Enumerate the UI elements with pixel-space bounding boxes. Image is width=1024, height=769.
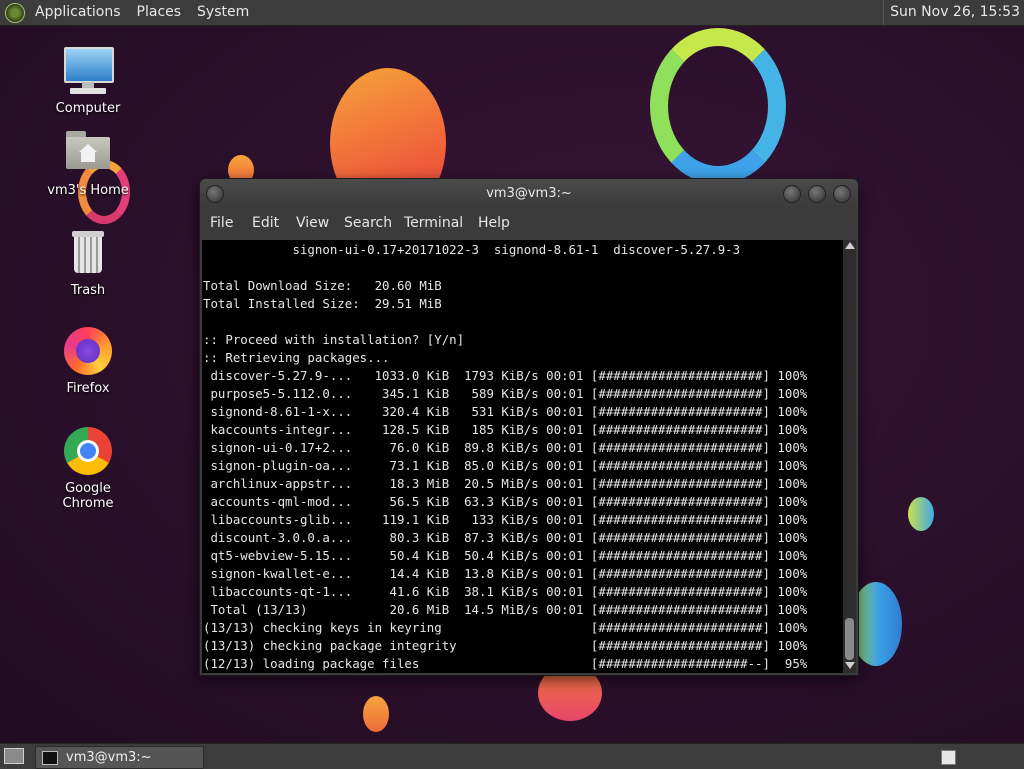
menu-edit[interactable]: Edit xyxy=(252,215,279,231)
menu-terminal[interactable]: Terminal xyxy=(404,215,463,231)
terminal-line: signon-ui-0.17+2... 76.0 KiB 89.8 KiB/s … xyxy=(203,440,808,455)
scroll-down-arrow-icon[interactable] xyxy=(845,662,855,669)
terminal-line: (13/13) checking package integrity [####… xyxy=(203,638,808,653)
wallpaper-bottom-small-blob xyxy=(363,696,389,732)
applications-menu-icon[interactable] xyxy=(5,2,25,23)
window-titlebar[interactable]: vm3@vm3:~ xyxy=(200,179,858,209)
terminal-line: Total Download Size: 20.60 MiB xyxy=(203,278,442,293)
applications-menu[interactable]: Applications xyxy=(27,0,129,25)
menu-help[interactable]: Help xyxy=(478,215,510,231)
desktop-icon-firefox[interactable]: Firefox xyxy=(38,325,138,396)
terminal-line: kaccounts-integr... 128.5 KiB 185 KiB/s … xyxy=(203,422,808,437)
terminal-line: :: Retrieving packages... xyxy=(203,350,390,365)
home-folder-icon xyxy=(60,127,116,179)
terminal-line: purpose5-5.112.0... 345.1 KiB 589 KiB/s … xyxy=(203,386,808,401)
close-button[interactable] xyxy=(833,185,851,203)
trash-icon xyxy=(60,227,116,279)
places-menu[interactable]: Places xyxy=(129,0,190,25)
terminal-window[interactable]: vm3@vm3:~ File Edit View Search Terminal… xyxy=(199,178,859,676)
desktop-icon-label: Trash xyxy=(70,283,106,298)
menu-file[interactable]: File xyxy=(210,215,233,231)
chrome-icon xyxy=(60,425,116,477)
terminal-line: archlinux-appstr... 18.3 MiB 20.5 MiB/s … xyxy=(203,476,808,491)
terminal-line: signond-8.61-1-x... 320.4 KiB 531 KiB/s … xyxy=(203,404,808,419)
workspace-switcher[interactable] xyxy=(941,750,956,765)
taskbar-terminal-button[interactable]: vm3@vm3:~ xyxy=(35,746,204,769)
menu-view[interactable]: View xyxy=(296,215,329,231)
top-panel: Applications Places System Sun Nov 26, 1… xyxy=(0,0,1024,26)
terminal-line: :: Proceed with installation? [Y/n] xyxy=(203,332,465,347)
terminal-line: signon-ui-0.17+20171022-3 signond-8.61-1… xyxy=(203,242,741,257)
terminal-line: signon-plugin-oa... 73.1 KiB 85.0 KiB/s … xyxy=(203,458,808,473)
terminal-output[interactable]: signon-ui-0.17+20171022-3 signond-8.61-1… xyxy=(202,240,843,673)
maximize-button[interactable] xyxy=(808,185,826,203)
system-menu[interactable]: System xyxy=(189,0,257,25)
terminal-scrollbar[interactable] xyxy=(843,240,856,673)
terminal-line: signon-kwallet-e... 14.4 KiB 13.8 KiB/s … xyxy=(203,566,808,581)
desktop-icon-label: vm3's Home xyxy=(47,183,129,198)
scroll-up-arrow-icon[interactable] xyxy=(845,242,855,249)
bottom-panel: vm3@vm3:~ xyxy=(0,743,1024,769)
terminal-line: Total Installed Size: 29.51 MiB xyxy=(203,296,442,311)
window-title: vm3@vm3:~ xyxy=(486,186,572,201)
terminal-line: libaccounts-qt-1... 41.6 KiB 38.1 KiB/s … xyxy=(203,584,808,599)
desktop-icon-label: Google Chrome xyxy=(62,481,114,511)
desktop-icon-chrome[interactable]: Google Chrome xyxy=(38,425,138,511)
show-desktop-icon[interactable] xyxy=(4,748,24,764)
terminal-line: (13/13) checking keys in keyring [######… xyxy=(203,620,808,635)
terminal-line: Total (13/13) 20.6 MiB 14.5 MiB/s 00:01 … xyxy=(203,602,808,617)
scroll-thumb[interactable] xyxy=(845,618,854,660)
firefox-icon xyxy=(60,325,116,377)
desktop-icon-label: Firefox xyxy=(66,381,110,396)
terminal-line: libaccounts-glib... 119.1 KiB 133 KiB/s … xyxy=(203,512,808,527)
desktop-icon-home[interactable]: vm3's Home xyxy=(38,127,138,198)
terminal-line: (12/13) loading package files [#########… xyxy=(203,656,808,671)
wallpaper-ring xyxy=(650,28,786,184)
minimize-button[interactable] xyxy=(783,185,801,203)
desktop-icon-computer[interactable]: Computer xyxy=(38,45,138,116)
wallpaper-blue-oval xyxy=(908,497,934,531)
menu-search[interactable]: Search xyxy=(344,215,392,231)
terminal-icon xyxy=(42,750,58,765)
desktop-icon-label: Computer xyxy=(55,101,121,116)
window-menubar: File Edit View Search Terminal Help xyxy=(200,209,858,239)
terminal-line: discount-3.0.0.a... 80.3 KiB 87.3 KiB/s … xyxy=(203,530,808,545)
terminal-line: accounts-qml-mod... 56.5 KiB 63.3 KiB/s … xyxy=(203,494,808,509)
desktop-icon-trash[interactable]: Trash xyxy=(38,227,138,298)
terminal-line: qt5-webview-5.15... 50.4 KiB 50.4 KiB/s … xyxy=(203,548,808,563)
computer-icon xyxy=(60,45,116,97)
terminal-line: discover-5.27.9-... 1033.0 KiB 1793 KiB/… xyxy=(203,368,808,383)
taskbar-task-label: vm3@vm3:~ xyxy=(66,750,152,765)
clock[interactable]: Sun Nov 26, 15:53 xyxy=(883,0,1020,25)
